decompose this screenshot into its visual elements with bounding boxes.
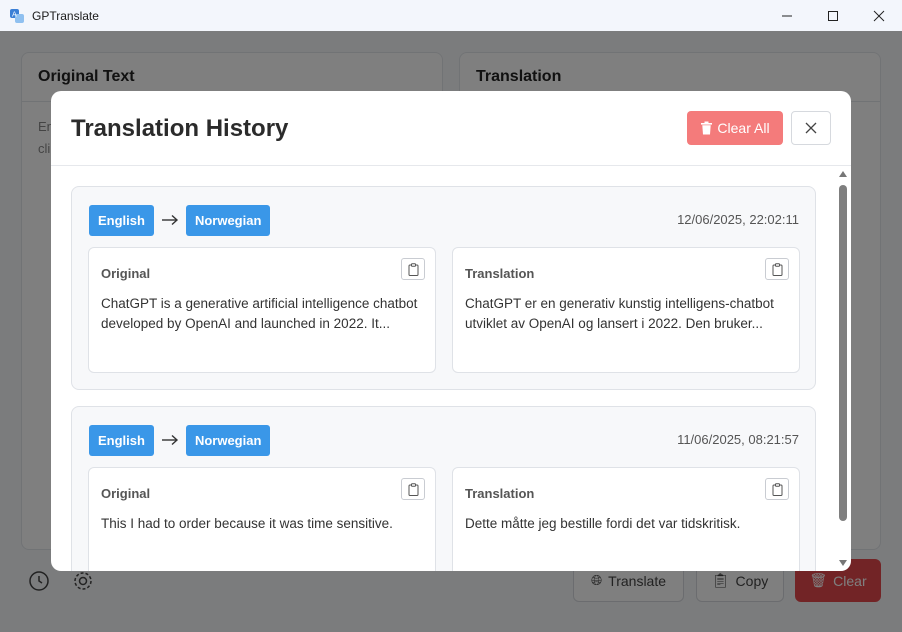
maximize-button[interactable] [810,0,856,31]
modal-close-button[interactable] [791,111,831,145]
copy-translation-button[interactable] [765,258,789,280]
modal-header: Translation History Clear All [51,91,851,166]
clipboard-icon [408,482,418,496]
original-label: Original [101,486,151,501]
scrollbar-thumb[interactable] [839,185,847,521]
source-language-tag: English [89,424,154,456]
modal-title: Translation History [71,115,289,142]
clipboard-icon [408,262,418,276]
scroll-down-icon[interactable] [839,560,847,567]
arrow-right-icon [154,434,186,446]
translation-label: Translation [465,266,535,281]
svg-text:A: A [12,10,17,18]
clear-all-button[interactable]: Clear All [687,111,783,145]
copy-translation-button[interactable] [765,478,789,500]
arrow-right-icon [154,214,186,226]
copy-original-button[interactable] [401,478,425,500]
translation-text: ChatGPT er en generativ kunstig intellig… [465,296,774,331]
clipboard-icon [772,262,782,276]
target-language-tag: Norwegian [185,424,271,456]
translation-card: Translation Dette måtte jeg bestille for… [452,467,800,571]
history-modal: Translation History Clear All English No… [51,91,851,571]
title-bar: A GPTranslate [0,0,902,31]
clear-all-label: Clear All [717,120,770,136]
entry-timestamp: 11/06/2025, 08:21:57 [677,432,799,447]
window-close-button[interactable] [856,0,902,31]
minimize-button[interactable] [764,0,810,31]
history-scrollbar[interactable] [837,171,849,567]
original-card: Original ChatGPT is a generative artific… [88,247,436,373]
original-text: ChatGPT is a generative artificial intel… [101,296,418,331]
translation-label: Translation [465,486,535,501]
window-title: GPTranslate [32,8,99,23]
target-language-tag: Norwegian [185,204,271,236]
close-icon [873,10,885,21]
scroll-up-icon[interactable] [839,171,847,178]
original-card: Original This I had to order because it … [88,467,436,571]
original-text: This I had to order because it was time … [101,516,393,531]
copy-original-button[interactable] [401,258,425,280]
history-entry[interactable]: English Norwegian 11/06/2025, 08:21:57 O… [71,406,816,571]
translation-text: Dette måtte jeg bestille fordi det var t… [465,516,741,531]
clipboard-icon [772,482,782,496]
minimize-icon [782,15,792,16]
translation-card: Translation ChatGPT er en generativ kuns… [452,247,800,373]
close-icon [805,122,817,134]
original-label: Original [101,266,151,281]
source-language-tag: English [89,204,154,236]
app-logo-icon: A [10,8,24,23]
history-list: English Norwegian 12/06/2025, 22:02:11 O… [51,167,851,571]
history-entry[interactable]: English Norwegian 12/06/2025, 22:02:11 O… [71,186,816,390]
trash-icon [701,121,713,135]
maximize-icon [828,10,838,21]
entry-timestamp: 12/06/2025, 22:02:11 [677,212,799,227]
